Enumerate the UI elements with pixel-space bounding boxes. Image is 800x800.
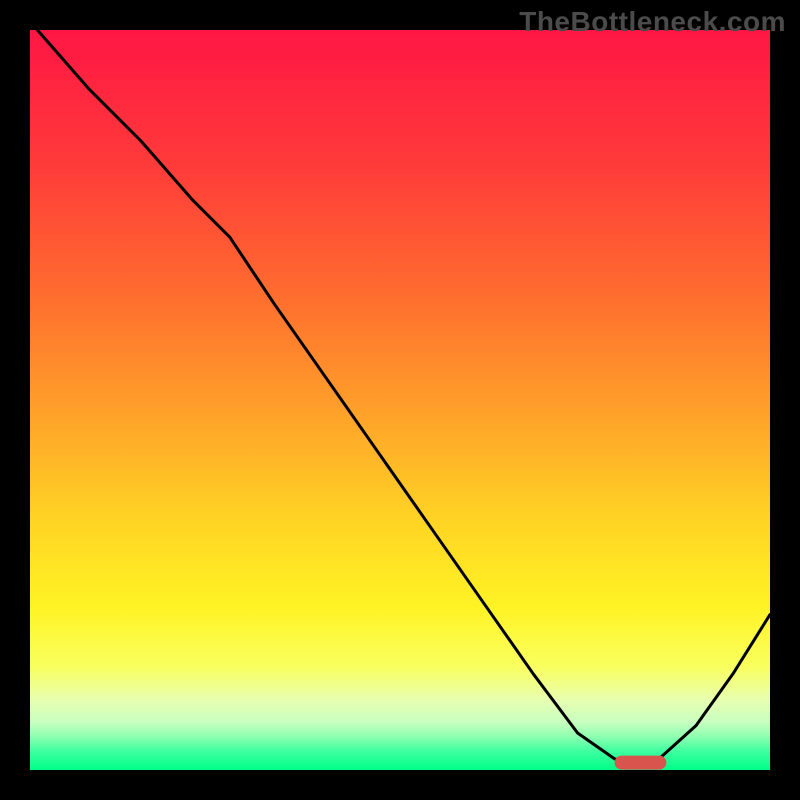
bottleneck-chart — [0, 0, 800, 800]
chart-frame: TheBottleneck.com — [0, 0, 800, 800]
optimal-marker — [615, 756, 667, 770]
watermark-text: TheBottleneck.com — [519, 6, 786, 38]
